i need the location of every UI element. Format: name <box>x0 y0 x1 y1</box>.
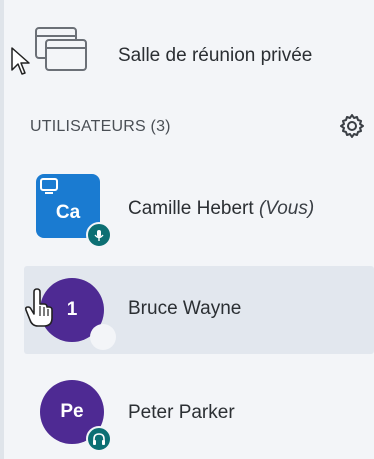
user-name-text: Camille Hebert <box>128 198 254 219</box>
gear-icon[interactable] <box>339 113 365 144</box>
user-name: Camille Hebert (Vous) <box>128 198 314 220</box>
avatar-initials: 1 <box>66 299 78 320</box>
microphone-muted-icon <box>86 222 112 248</box>
headphones-icon <box>86 426 112 452</box>
breakout-rooms-icon <box>34 26 88 77</box>
users-section-title: UTILISATEURS (3) <box>30 118 171 135</box>
avatar-initials: Ca <box>55 202 81 223</box>
user-list-item[interactable]: Ca Camille Hebert (Vous) <box>24 166 374 254</box>
user-name: Bruce Wayne <box>128 298 242 319</box>
user-list-item[interactable]: Pe Peter Parker <box>24 366 374 454</box>
self-indicator: (Vous) <box>258 198 315 219</box>
breakout-room-item[interactable]: Salle de réunion privée <box>4 8 374 80</box>
hand-pointer-icon <box>24 288 54 333</box>
user-list-panel: Salle de réunion privée UTILISATEURS (3)… <box>0 0 374 459</box>
status-indicator <box>90 324 116 350</box>
avatar-initials: Pe <box>60 401 84 422</box>
user-name: Peter Parker <box>128 402 235 423</box>
breakout-room-label: Salle de réunion privée <box>118 45 313 66</box>
presenter-icon <box>39 177 59 201</box>
mouse-pointer-icon <box>10 46 32 81</box>
user-list-item[interactable]: 1 Bruce Wayne <box>24 266 374 354</box>
